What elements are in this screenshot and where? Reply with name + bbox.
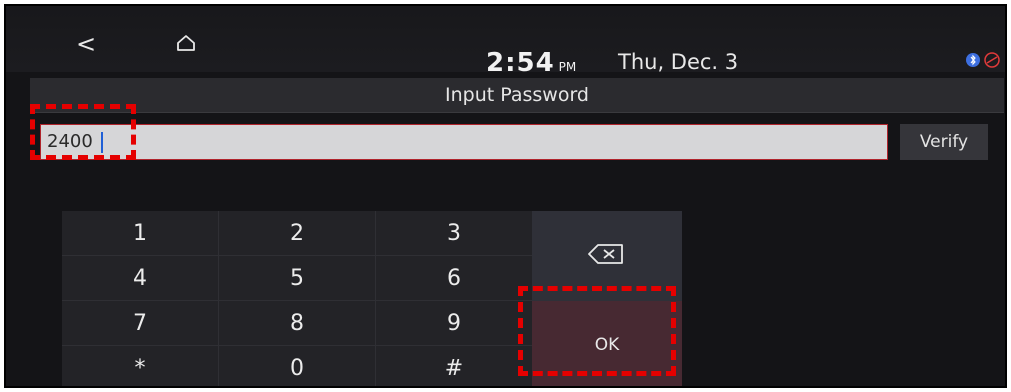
backspace-icon — [588, 244, 623, 264]
numeric-keypad: 1 2 3 4 5 6 7 8 9 * 0 # — [62, 211, 533, 386]
page-title: Input Password — [445, 84, 589, 106]
date-display: Thu, Dec. 3 — [618, 50, 739, 74]
key-1[interactable]: 1 — [62, 211, 219, 256]
key-5[interactable]: 5 — [219, 256, 376, 301]
status-icons — [966, 52, 1002, 68]
head-unit-screen: < 2:54 PM Thu, Dec. 3 Input Password 240… — [4, 4, 1007, 388]
home-icon — [177, 35, 195, 51]
key-8[interactable]: 8 — [219, 301, 376, 346]
phone-signal-icon — [984, 52, 1000, 68]
highlight-password-value — [30, 104, 136, 160]
clock: 2:54 PM — [486, 48, 576, 78]
bluetooth-icon — [966, 53, 980, 67]
back-button[interactable]: < — [66, 26, 106, 62]
status-bar: < 2:54 PM Thu, Dec. 3 — [6, 6, 1005, 78]
key-6[interactable]: 6 — [376, 256, 533, 301]
clock-time: 2:54 — [486, 48, 555, 78]
password-input[interactable]: 2400 — [40, 124, 888, 160]
dialog-title-bar: Input Password — [30, 78, 1004, 113]
key-2[interactable]: 2 — [219, 211, 376, 256]
clock-ampm: PM — [558, 60, 577, 74]
home-button[interactable] — [166, 26, 206, 62]
verify-button[interactable]: Verify — [900, 124, 988, 160]
highlight-ok-button — [518, 286, 676, 376]
key-hash[interactable]: # — [376, 346, 533, 386]
key-star[interactable]: * — [62, 346, 219, 386]
key-4[interactable]: 4 — [62, 256, 219, 301]
key-3[interactable]: 3 — [376, 211, 533, 256]
key-9[interactable]: 9 — [376, 301, 533, 346]
key-0[interactable]: 0 — [219, 346, 376, 386]
key-7[interactable]: 7 — [62, 301, 219, 346]
